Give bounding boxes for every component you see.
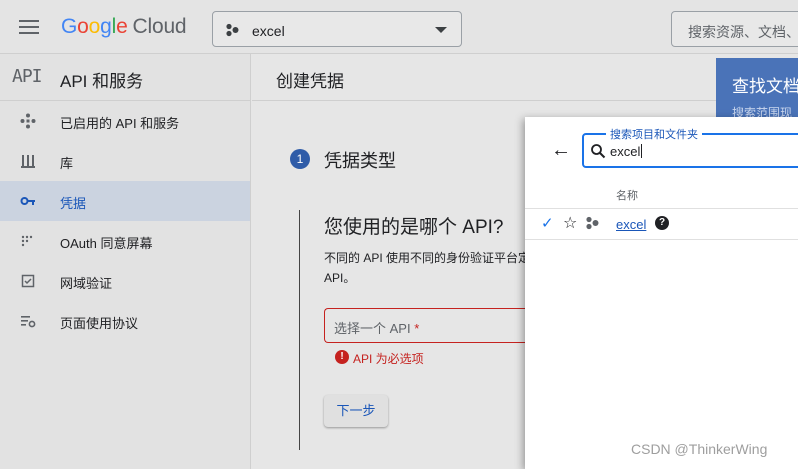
project-search-input[interactable]: 搜索项目和文件夹 excel: [582, 126, 798, 168]
back-arrow-icon[interactable]: ←: [551, 139, 571, 162]
page-title: 创建凭据: [276, 72, 344, 91]
text-cursor: [641, 144, 643, 158]
check-icon: ✓: [541, 215, 554, 232]
api-required-error: API 为必选项: [353, 352, 424, 366]
sidebar-item-label: 库: [60, 156, 74, 171]
name-column-header: 名称: [616, 190, 638, 202]
project-selector[interactable]: excel: [212, 11, 462, 47]
project-search-label: 搜索项目和文件夹: [606, 126, 702, 142]
project-dots-icon: [586, 216, 599, 230]
select-api-field[interactable]: 选择一个 API *: [324, 308, 534, 343]
help-icon[interactable]: ?: [655, 216, 669, 230]
project-link[interactable]: excel: [616, 217, 646, 232]
sidebar-item-label: 网域验证: [60, 276, 113, 291]
library-icon: [21, 155, 35, 168]
project-name: excel: [252, 23, 285, 39]
global-search-input[interactable]: 搜索资源、文档、: [671, 11, 798, 47]
oauth-dots-icon: [21, 235, 33, 247]
settings-list-icon: [21, 316, 36, 328]
api-logo-icon: API: [12, 66, 42, 87]
sidebar-header: API API 和服务: [0, 54, 250, 101]
next-button[interactable]: 下一步: [324, 395, 388, 427]
star-icon[interactable]: ☆: [563, 213, 577, 233]
sidebar-item-label: 已启用的 API 和服务: [60, 116, 180, 131]
sidebar-title: API 和服务: [60, 72, 144, 91]
sidebar-item-domain-verification[interactable]: 网域验证: [0, 261, 250, 301]
search-icon: [591, 144, 606, 159]
step-title: 凭据类型: [324, 151, 396, 171]
find-docs-title: 查找文档: [732, 77, 798, 96]
sidebar-item-label: 凭据: [60, 196, 87, 211]
sidebar-item-enabled-apis[interactable]: 已启用的 API 和服务: [0, 101, 250, 141]
diamond-api-icon: [20, 113, 36, 129]
divider: [525, 239, 798, 240]
sidebar-item-label: OAuth 同意屏幕: [60, 236, 153, 251]
dropdown-arrow-icon: [435, 27, 447, 33]
sidebar: API API 和服务 已启用的 API 和服务 库 凭据 OAuth 同意屏幕: [0, 54, 251, 469]
select-api-placeholder: 选择一个 API *: [334, 321, 420, 336]
sidebar-item-label: 页面使用协议: [60, 316, 139, 331]
api-question-description: 不同的 API 使用不同的身份验证平台定 API。: [324, 251, 531, 285]
step-connector-line: [299, 210, 300, 450]
top-bar: Google Cloud excel 搜索资源、文档、: [0, 0, 798, 54]
sidebar-item-page-usage[interactable]: 页面使用协议: [0, 301, 250, 341]
google-cloud-logo[interactable]: Google Cloud: [61, 15, 187, 39]
api-question-heading: 您使用的是哪个 API?: [324, 217, 504, 238]
watermark: CSDN @ThinkerWing: [631, 441, 768, 457]
project-picker-dialog: ← 搜索项目和文件夹 excel 名称 ✓ ☆ excel ?: [525, 117, 798, 469]
project-search-value: excel: [610, 144, 643, 159]
sidebar-item-library[interactable]: 库: [0, 141, 250, 181]
search-placeholder: 搜索资源、文档、: [688, 24, 798, 40]
key-icon: [20, 197, 35, 205]
checkbox-icon: [21, 274, 35, 288]
required-mark: *: [414, 321, 420, 336]
sidebar-item-credentials[interactable]: 凭据: [0, 181, 250, 221]
hamburger-menu-icon[interactable]: [19, 20, 39, 35]
sidebar-item-oauth-consent[interactable]: OAuth 同意屏幕: [0, 221, 250, 261]
project-row[interactable]: ✓ ☆ excel ?: [525, 209, 798, 239]
step-number-badge: 1: [290, 149, 310, 169]
project-dots-icon: [226, 23, 239, 37]
